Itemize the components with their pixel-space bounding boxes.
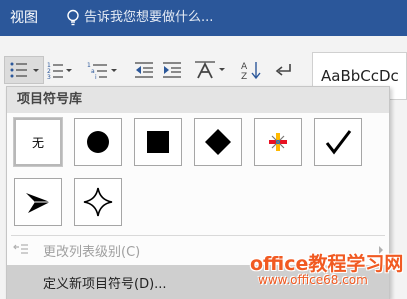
bullet-filled-circle[interactable] [74,118,122,166]
bullet-library-header: 项目符号库 [7,87,389,113]
bullets-icon [10,62,39,78]
filled-square-icon [147,131,169,153]
filled-diamond-icon [205,129,231,155]
numbering-icon: 1 2 3 [47,62,72,79]
sort-button[interactable]: A Z [240,58,264,82]
decrease-indent-button[interactable] [132,58,156,82]
sort-icon: A Z [241,62,261,80]
show-formatting-icon [275,64,291,76]
change-list-level-label: 更改列表级别(C) [43,244,141,260]
tab-view[interactable]: 视图 [6,9,42,27]
four-point-star-icon [83,187,113,217]
asian-layout-icon [195,61,225,79]
bullet-filled-square[interactable] [134,118,182,166]
multilevel-list-button[interactable]: 1 a i [86,58,120,82]
none-label: 无 [31,135,44,150]
increase-indent-button[interactable] [160,58,184,82]
increase-indent-icon [163,62,181,78]
asian-layout-button[interactable] [192,58,228,82]
define-new-bullet-label: 定义新项目符号(D)... [43,276,167,292]
bullets-button[interactable] [4,56,44,84]
multilevel-list-icon: 1 a i [87,62,117,79]
colored-star-cross-icon [269,133,287,151]
tell-me-placeholder: 告诉我您想要做什么... [84,10,214,25]
bullet-none[interactable]: 无 [13,117,63,167]
title-bar: 视图 告诉我您想要做什么... [0,0,407,36]
svg-text:A: A [241,62,248,72]
watermark-title: office教程学习网 [250,253,404,275]
lightbulb-icon [66,9,80,27]
checkmark-icon [325,130,352,155]
show-formatting-button[interactable] [272,58,296,82]
decrease-indent-icon [135,62,153,78]
bullet-filled-diamond[interactable] [194,118,242,166]
svg-text:i: i [95,74,97,79]
bullet-four-point-star[interactable] [74,178,122,226]
style-preview: AaBbCcDc [321,67,399,85]
filled-circle-icon [87,131,109,153]
bullet-arrowhead[interactable] [14,178,62,226]
list-level-icon [13,243,43,257]
bullet-colored-star[interactable] [254,118,302,166]
svg-text:Z: Z [241,72,247,80]
watermark-url: www.office68.com [258,273,368,287]
arrowhead-icon [26,193,50,213]
tell-me-box[interactable]: 告诉我您想要做什么... [66,9,213,27]
svg-text:3: 3 [47,74,51,79]
numbering-button[interactable]: 1 2 3 [46,58,74,82]
bullet-checkmark[interactable] [314,118,362,166]
